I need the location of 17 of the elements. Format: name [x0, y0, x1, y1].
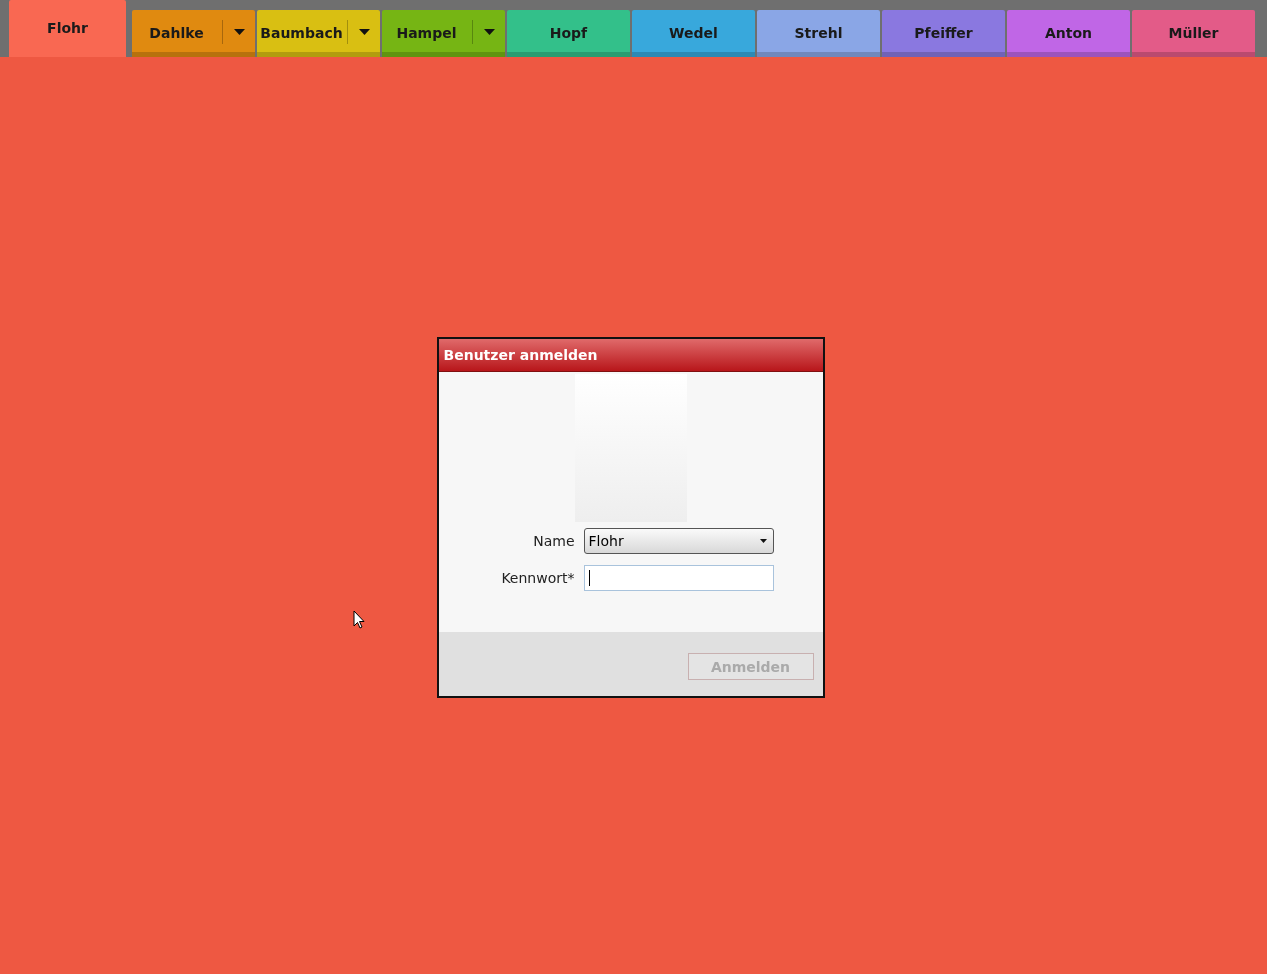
- user-tab[interactable]: Müller: [1132, 10, 1255, 57]
- user-tab[interactable]: Flohr: [9, 0, 126, 57]
- user-tab[interactable]: Hampel: [382, 10, 505, 57]
- password-label: Kennwort*: [500, 570, 576, 586]
- user-tab[interactable]: Dahlke: [132, 10, 255, 57]
- password-field[interactable]: [583, 565, 774, 591]
- dropdown-arrow-icon: [759, 539, 767, 543]
- user-tab[interactable]: Strehl: [757, 10, 880, 57]
- user-tab[interactable]: Hopf: [507, 10, 630, 57]
- user-tab[interactable]: Pfeiffer: [882, 10, 1005, 57]
- name-label: Name: [532, 533, 576, 549]
- user-tab[interactable]: Anton: [1007, 10, 1130, 57]
- mouse-pointer-icon: [353, 610, 365, 629]
- name-dropdown[interactable]: Flohr: [583, 528, 774, 554]
- dialog-title: Benutzer anmelden: [438, 339, 823, 372]
- user-tab[interactable]: Wedel: [632, 10, 755, 57]
- user-tab[interactable]: Baumbach: [257, 10, 380, 57]
